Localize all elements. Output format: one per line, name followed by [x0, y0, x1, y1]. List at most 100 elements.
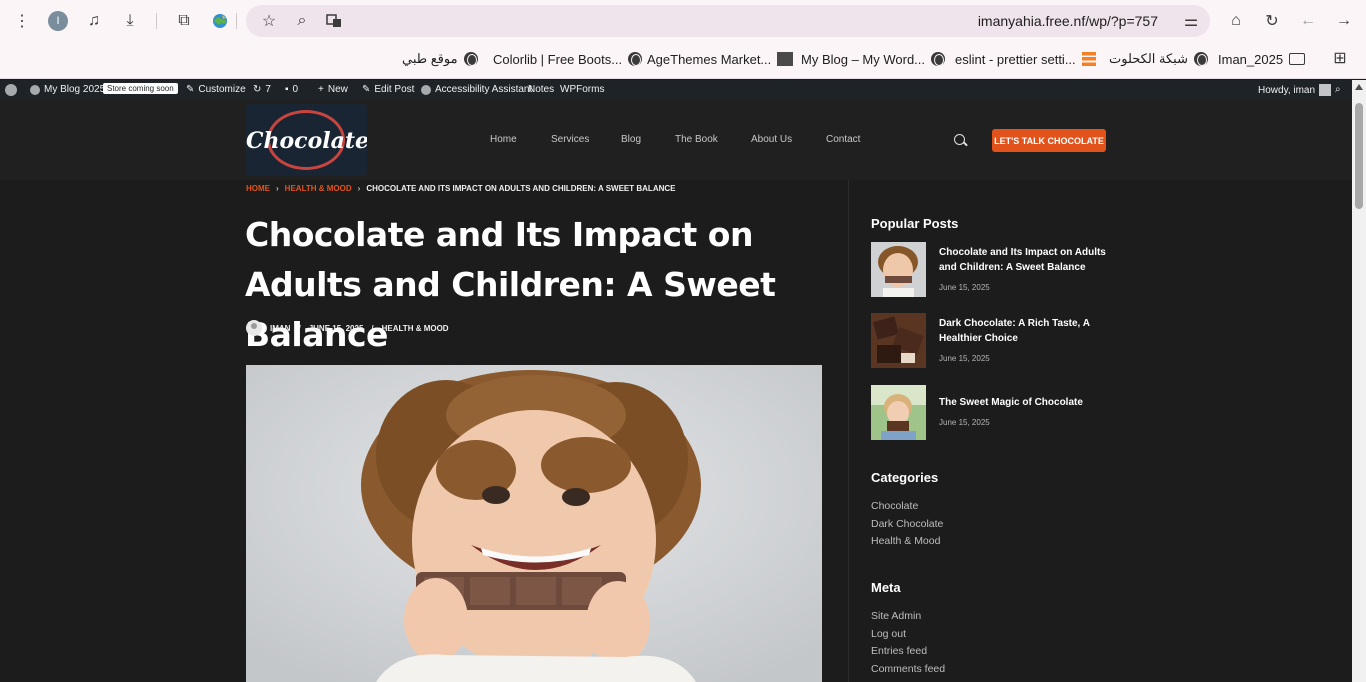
plus-icon: + — [318, 84, 324, 95]
bookmark-item[interactable]: AgeThemes Market... — [647, 50, 794, 68]
featured-image — [246, 365, 822, 682]
author-avatar — [246, 320, 262, 336]
globe-icon — [463, 52, 478, 66]
brush-icon: ✎ — [186, 84, 195, 95]
meta-link[interactable]: Site Admin — [871, 610, 921, 622]
address-bar[interactable]: ☆ ⌕ imanyahia.free.nf/wp/?p=757 ⚌ — [246, 5, 1210, 37]
pencil-icon: ✎ — [362, 84, 371, 95]
chevron-right-icon: › — [276, 184, 279, 193]
bookmark-item[interactable]: موقع طبي — [402, 50, 478, 68]
comments-link[interactable]: ▪ 0 — [285, 84, 298, 95]
meta-link[interactable]: Entries feed — [871, 645, 927, 657]
popular-post-thumbnail[interactable] — [871, 242, 926, 297]
meta-link[interactable]: Comments feed — [871, 663, 945, 675]
site-icon — [777, 52, 794, 66]
popular-post-date: June 15, 2025 — [939, 418, 990, 427]
media-control-icon[interactable]: ♫ — [83, 10, 105, 32]
accessibility-link[interactable]: Accessibility Assistant — [421, 84, 532, 95]
cta-button[interactable]: LET'S TALK CHOCOLATE — [992, 129, 1106, 152]
stackoverflow-icon — [1081, 52, 1096, 66]
nav-about-us[interactable]: About Us — [751, 134, 792, 145]
nav-blog[interactable]: Blog — [621, 134, 641, 145]
meta-link[interactable]: Log out — [871, 628, 906, 640]
breadcrumb-category[interactable]: HEALTH & MOOD — [285, 184, 352, 193]
bookmark-item[interactable]: eslint - prettier setti... — [955, 50, 1096, 68]
toolbar-divider — [236, 13, 237, 29]
download-icon[interactable]: ⤓ — [119, 10, 141, 32]
chevron-right-icon: › — [357, 184, 361, 193]
popular-post-title[interactable]: Dark Chocolate: A Rich Taste, A Healthie… — [939, 316, 1109, 346]
popular-post-thumbnail[interactable] — [871, 385, 926, 440]
howdy-user[interactable]: Howdy, iman — [1258, 84, 1332, 96]
bookmark-folder[interactable]: Iman_2025 — [1218, 50, 1306, 68]
avatar — [1319, 84, 1332, 96]
category-link[interactable]: Health & Mood — [871, 535, 940, 547]
site-settings-icon[interactable]: ⚌ — [1180, 10, 1202, 32]
profile-avatar[interactable]: I — [48, 11, 68, 31]
notes-link[interactable]: Notes — [528, 84, 554, 95]
extensions-icon[interactable]: ⧉ — [173, 10, 195, 32]
back-icon[interactable]: ← — [1297, 10, 1319, 32]
folder-icon — [1289, 53, 1306, 65]
accessibility-icon — [421, 84, 431, 95]
popular-post-date: June 15, 2025 — [939, 283, 990, 292]
dashboard-icon — [30, 84, 40, 95]
edit-post-link[interactable]: ✎ Edit Post — [362, 84, 414, 95]
category-link[interactable]: Chocolate — [871, 500, 918, 512]
apps-grid-icon[interactable]: ⊞ — [1329, 47, 1351, 69]
home-icon[interactable]: ⌂ — [1225, 10, 1247, 32]
store-status-badge: Store coming soon — [103, 83, 178, 94]
meta-separator: / — [371, 323, 374, 333]
nav-the-book[interactable]: The Book — [675, 134, 718, 145]
site-logo[interactable]: Chocolate — [246, 104, 367, 176]
admin-search-icon[interactable]: ⌕ — [1335, 84, 1341, 95]
breadcrumb: HOME › HEALTH & MOOD › CHOCOLATE AND ITS… — [246, 184, 675, 193]
updates-icon: ↻ — [253, 84, 262, 95]
customize-link[interactable]: ✎ Customize — [186, 84, 246, 95]
bookmark-item[interactable]: شبكة الكحلوت — [1109, 50, 1208, 68]
post-date: JUNE 15, 2025 — [308, 323, 364, 333]
breadcrumb-current: CHOCOLATE AND ITS IMPACT ON ADULTS AND C… — [366, 184, 676, 193]
wpforms-link[interactable]: WPForms — [560, 84, 604, 95]
popular-post-title[interactable]: The Sweet Magic of Chocolate — [939, 395, 1109, 410]
bookmark-star-icon[interactable]: ☆ — [258, 10, 280, 32]
child-eating-chocolate-illustration — [246, 365, 822, 682]
breadcrumb-home[interactable]: HOME — [246, 184, 270, 193]
forward-icon[interactable]: → — [1333, 10, 1355, 32]
popular-post-date: June 15, 2025 — [939, 354, 990, 363]
post-category[interactable]: HEALTH & MOOD — [382, 324, 449, 333]
comment-icon: ▪ — [285, 84, 289, 95]
post-meta: IMAN / JUNE 15, 2025 / HEALTH & MOOD — [246, 320, 449, 336]
nav-services[interactable]: Services — [551, 134, 589, 145]
search-icon[interactable] — [954, 134, 965, 145]
nav-contact[interactable]: Contact — [826, 134, 860, 145]
post-author[interactable]: IMAN — [270, 324, 290, 333]
translate-icon[interactable] — [323, 10, 345, 32]
bookmark-item[interactable]: Colorlib | Free Boots... — [493, 50, 643, 68]
logo-text: Chocolate — [246, 128, 367, 154]
toolbar-divider — [156, 13, 157, 29]
meta-heading: Meta — [871, 580, 901, 595]
bookmark-item[interactable]: My Blog – My Word... — [801, 50, 946, 68]
popular-post-thumbnail[interactable] — [871, 313, 926, 368]
scroll-up-icon[interactable] — [1355, 84, 1363, 90]
admin-site-name[interactable]: My Blog 2025 — [30, 84, 105, 95]
url-text[interactable]: imanyahia.free.nf/wp/?p=757 — [978, 13, 1158, 29]
content-divider — [848, 180, 849, 682]
scrollbar-thumb[interactable] — [1355, 103, 1363, 209]
updates-link[interactable]: ↻ 7 — [253, 84, 271, 95]
meta-separator: / — [298, 323, 301, 333]
zoom-icon[interactable]: ⌕ — [291, 10, 313, 32]
wordpress-icon[interactable] — [5, 84, 17, 96]
menu-icon[interactable]: ⋮ — [11, 10, 33, 32]
nav-home[interactable]: Home — [490, 134, 517, 145]
wp-admin-bar: My Blog 2025 Store coming soon ✎ Customiz… — [0, 80, 1352, 100]
new-content-link[interactable]: + New — [318, 84, 348, 95]
category-link[interactable]: Dark Chocolate — [871, 518, 943, 530]
popular-post-title[interactable]: Chocolate and Its Impact on Adults and C… — [939, 245, 1109, 275]
globe-icon — [931, 52, 946, 66]
categories-heading: Categories — [871, 470, 939, 485]
extension-globe-icon[interactable] — [209, 10, 231, 32]
reload-icon[interactable]: ↻ — [1261, 10, 1283, 32]
post-title: Chocolate and Its Impact on Adults and C… — [245, 215, 776, 354]
